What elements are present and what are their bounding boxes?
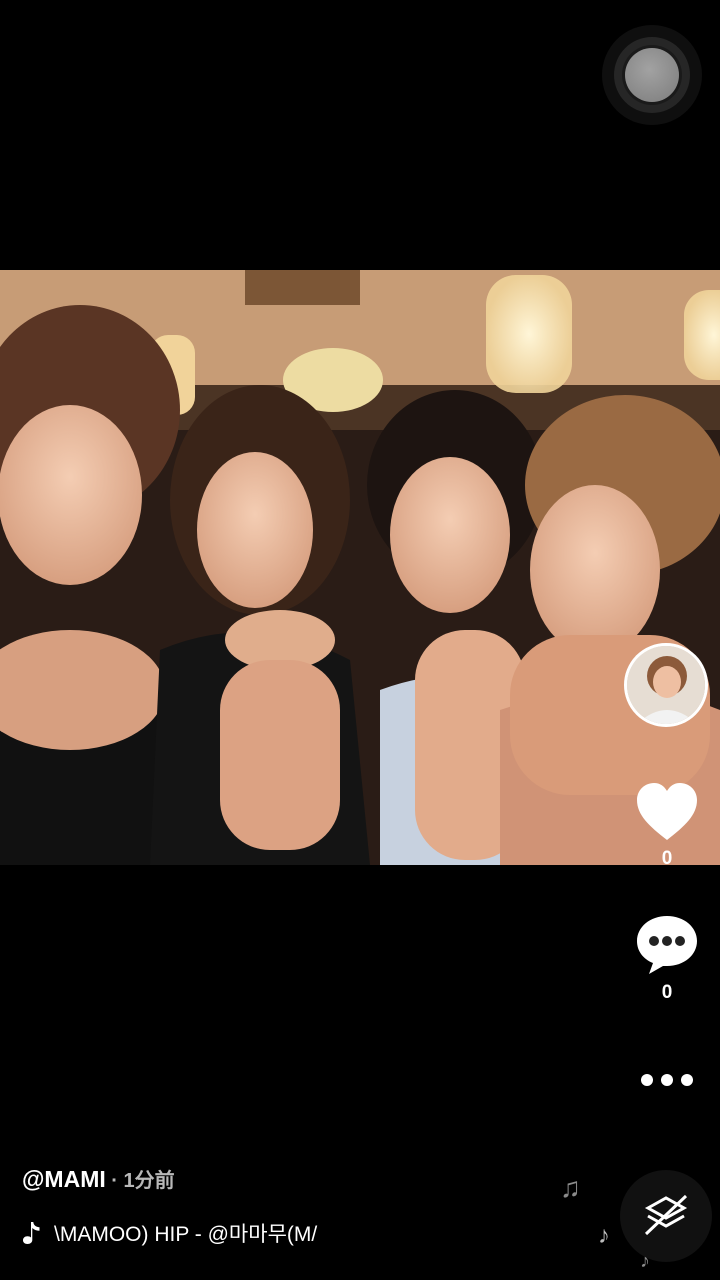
assistive-touch-icon	[625, 48, 679, 102]
comment-icon	[637, 916, 697, 974]
ceiling-lamp	[684, 290, 720, 380]
assistive-touch-ring	[614, 37, 690, 113]
ceiling-lamp	[486, 275, 572, 393]
comment-count: 0	[661, 982, 673, 1003]
assistive-touch-button[interactable]	[602, 25, 702, 125]
like-action[interactable]: 0	[630, 782, 704, 870]
music-disc-icon	[644, 1194, 688, 1236]
more-dots-icon[interactable]	[638, 1070, 696, 1090]
caption-line: @MAMI · 1分前	[22, 1164, 175, 1193]
floating-note-icon: ♫	[560, 1172, 581, 1203]
creator-avatar[interactable]	[624, 643, 708, 727]
music-disc-button[interactable]	[620, 1170, 712, 1262]
avatar-image	[627, 646, 705, 724]
post-time: · 1分前	[105, 1170, 175, 1192]
comment-action[interactable]: 0	[630, 914, 704, 1004]
video-frame[interactable]	[0, 270, 720, 865]
group-photo-illustration	[0, 270, 720, 865]
like-count: 0	[661, 848, 673, 869]
floating-note-icon: ♪	[598, 1222, 610, 1249]
music-note-icon	[23, 1222, 40, 1244]
heart-icon	[637, 783, 697, 840]
username[interactable]: @MAMI	[22, 1166, 106, 1192]
music-info[interactable]: \MAMOO) HIP - @마마무(M/	[22, 1216, 384, 1250]
music-title: \MAMOO) HIP - @마마무(M/	[54, 1223, 318, 1246]
